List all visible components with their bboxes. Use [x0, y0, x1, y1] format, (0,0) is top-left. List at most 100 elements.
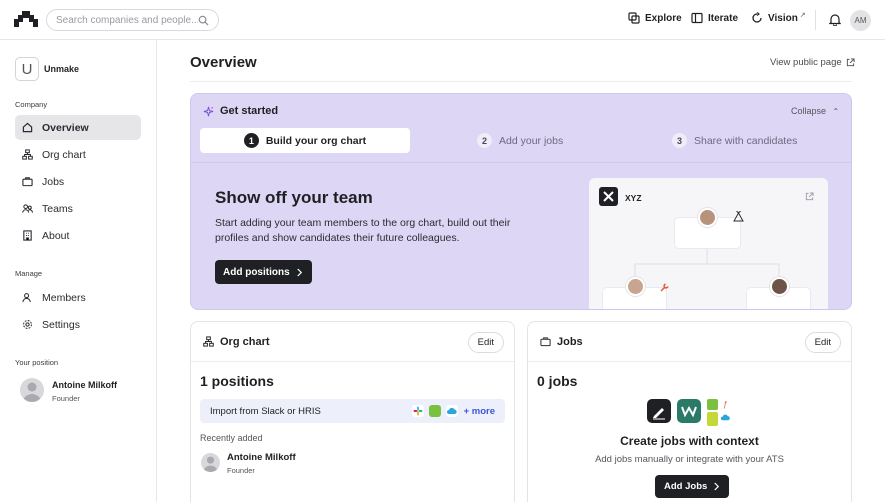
- sidebar-item-label: Teams: [42, 202, 73, 215]
- preview-avatar: [770, 277, 789, 296]
- building-icon: [23, 230, 32, 241]
- get-started-description: Start adding your team members to the or…: [215, 217, 511, 244]
- external-link-icon: [846, 58, 855, 67]
- org-name[interactable]: Unmake: [44, 64, 79, 74]
- cloud-icon: [445, 405, 458, 417]
- ats-grid-icon: ƒ: [707, 399, 731, 426]
- search-icon: [198, 15, 209, 26]
- edit-jobs-button[interactable]: Edit: [804, 332, 841, 353]
- wrench-icon: [660, 283, 669, 292]
- sidebar-item-settings[interactable]: Settings: [15, 312, 141, 337]
- step-label: Add your jobs: [499, 134, 564, 147]
- app-logo[interactable]: [14, 11, 38, 27]
- get-started-divider: [191, 162, 851, 163]
- recently-added-label: Recently added: [200, 433, 263, 443]
- view-public-page-link[interactable]: View public page: [770, 57, 855, 68]
- home-icon: [22, 122, 33, 133]
- add-positions-button[interactable]: Add positions: [215, 260, 312, 284]
- tent-icon: [733, 211, 744, 222]
- briefcase-icon: [540, 337, 551, 347]
- sidebar-item-teams[interactable]: Teams: [15, 196, 141, 221]
- hris-icon: [428, 405, 441, 417]
- recent-person-name[interactable]: Antoine Milkoff: [227, 452, 296, 463]
- top-bar: Search companies and people... Explore I…: [0, 0, 885, 40]
- my-name[interactable]: Antoine Milkoff: [52, 380, 117, 390]
- iterate-icon: [691, 12, 703, 24]
- manage-section-label: Manage: [15, 269, 43, 278]
- org-avatar[interactable]: U: [15, 57, 39, 81]
- avatar[interactable]: [201, 453, 220, 472]
- org-chart-icon: [22, 149, 33, 160]
- chevron-right-icon: [714, 482, 720, 491]
- avatar[interactable]: [20, 378, 44, 402]
- jobs-card: Jobs Edit 0 jobs ƒ Create jobs with cont…: [527, 321, 852, 502]
- org-card-title: Org chart: [220, 336, 270, 348]
- import-label: Import from Slack or HRIS: [210, 405, 321, 417]
- pen-icon: [647, 399, 671, 423]
- sidebar-item-jobs[interactable]: Jobs: [15, 169, 141, 194]
- vision-icon: [752, 12, 762, 23]
- header-divider: [815, 10, 816, 30]
- sidebar-item-members[interactable]: Members: [15, 285, 141, 310]
- more-integrations-link[interactable]: + more: [464, 406, 495, 417]
- get-started-title: Get started: [220, 105, 279, 117]
- title-divider: [190, 81, 852, 82]
- sparkle-icon: [203, 106, 214, 117]
- sidebar-item-label: Jobs: [42, 175, 65, 188]
- nav-iterate-label: Iterate: [708, 12, 739, 24]
- sidebar-item-label: About: [42, 229, 70, 242]
- sidebar-item-label: Org chart: [42, 148, 86, 161]
- create-jobs-title: Create jobs with context: [620, 434, 759, 448]
- org-chart-preview: XYZ: [589, 178, 828, 309]
- nav-vision[interactable]: Vision ↗: [751, 12, 806, 24]
- slack-icon: [411, 405, 424, 417]
- explore-icon: [628, 12, 640, 24]
- step-label: Share with candidates: [694, 134, 798, 147]
- jobs-card-title: Jobs: [557, 336, 583, 348]
- sidebar-item-overview[interactable]: Overview: [15, 115, 141, 140]
- create-jobs-description: Add jobs manually or integrate with your…: [595, 454, 784, 465]
- edit-org-chart-button[interactable]: Edit: [467, 332, 504, 353]
- step-build-org-chart[interactable]: 1 Build your org chart: [200, 128, 410, 153]
- step-number: 1: [243, 133, 259, 148]
- collapse-button[interactable]: Collapse ⌃: [791, 106, 839, 116]
- workable-icon: [677, 399, 701, 423]
- org-chart-icon: [203, 336, 214, 347]
- my-role: Founder: [52, 394, 80, 403]
- company-section-label: Company: [15, 100, 48, 109]
- chevron-right-icon: [296, 268, 302, 276]
- sidebar: U Unmake Company Overview Org chart Jobs…: [0, 40, 157, 502]
- step-number: 2: [477, 133, 492, 148]
- preview-avatar: [698, 208, 717, 227]
- import-slack-hris[interactable]: Import from Slack or HRIS + more: [200, 399, 505, 423]
- jobs-count: 0 jobs: [537, 373, 578, 389]
- nav-iterate[interactable]: Iterate: [691, 12, 738, 24]
- nav-explore-label: Explore: [645, 12, 682, 24]
- collapse-label: Collapse: [791, 106, 827, 116]
- steps-tabs: 1 Build your org chart 2 Add your jobs 3…: [200, 128, 843, 154]
- sidebar-item-label: Overview: [42, 121, 89, 134]
- step-share-candidates[interactable]: 3 Share with candidates: [672, 128, 797, 153]
- members-icon: [22, 293, 31, 303]
- add-jobs-label: Add Jobs: [664, 481, 708, 492]
- sidebar-item-about[interactable]: About: [15, 223, 141, 248]
- preview-avatar: [626, 277, 645, 296]
- step-number: 3: [672, 133, 687, 148]
- bell-icon[interactable]: [829, 13, 841, 26]
- position-section-label: Your position: [15, 358, 59, 367]
- external-indicator-icon: ↗: [799, 12, 806, 19]
- user-avatar[interactable]: AM: [850, 10, 871, 31]
- search-placeholder: Search companies and people...: [56, 14, 198, 26]
- search-input[interactable]: Search companies and people...: [46, 9, 219, 31]
- step-label: Build your org chart: [265, 134, 367, 147]
- sidebar-item-org-chart[interactable]: Org chart: [15, 142, 141, 167]
- step-add-jobs[interactable]: 2 Add your jobs: [477, 128, 563, 153]
- nav-explore[interactable]: Explore: [628, 12, 682, 24]
- org-chart-card: Org chart Edit 1 positions Import from S…: [190, 321, 515, 502]
- chevron-up-icon: ⌃: [832, 107, 840, 116]
- sidebar-item-label: Members: [42, 291, 86, 304]
- add-jobs-button[interactable]: Add Jobs: [655, 475, 730, 498]
- teams-icon: [22, 204, 33, 213]
- nav-vision-label: Vision: [768, 12, 798, 24]
- get-started-panel: Get started Collapse ⌃ 1 Build your org …: [190, 93, 852, 310]
